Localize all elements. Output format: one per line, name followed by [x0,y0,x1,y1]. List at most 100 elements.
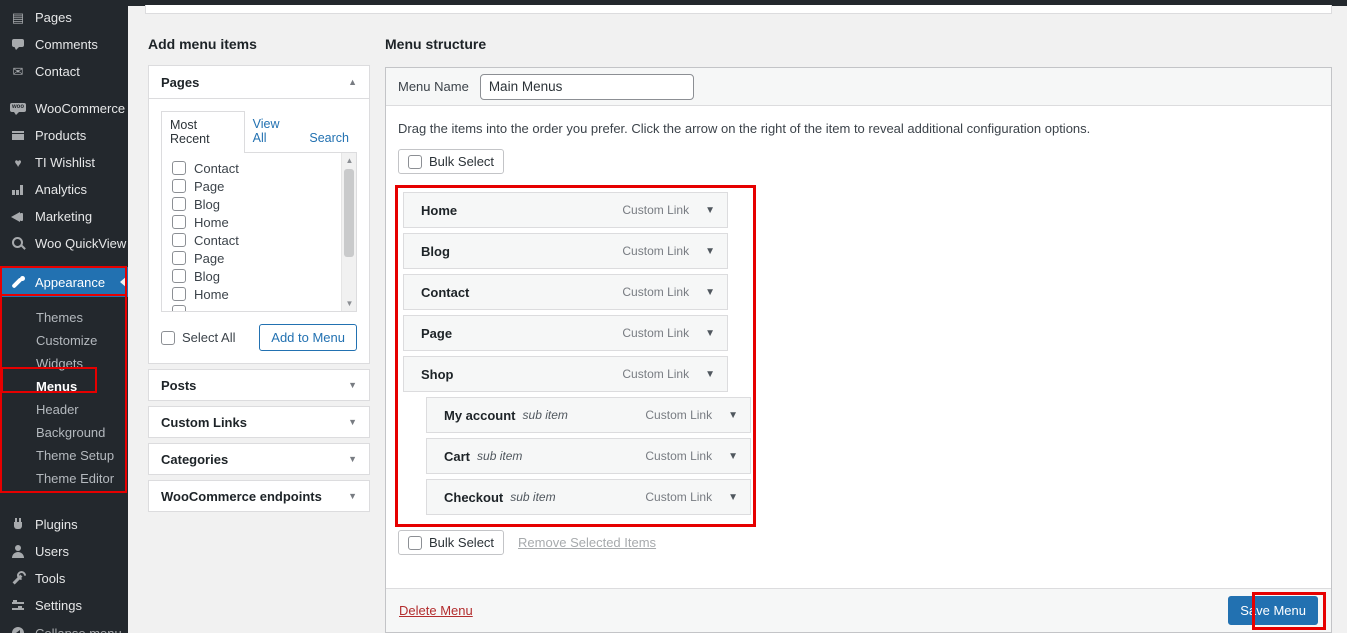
chevron-down-icon[interactable] [705,287,715,298]
sidebar-subitem-background[interactable]: Background [0,421,128,444]
bulk-select-control-top[interactable]: Bulk Select [398,149,504,174]
menu-item-page[interactable]: PageCustom Link [403,315,728,351]
menu-item-cart[interactable]: Cartsub itemCustom Link [426,438,751,474]
sidebar-item-products[interactable]: Products [0,122,128,149]
chevron-down-icon[interactable] [705,328,715,339]
select-all-control[interactable]: Select All [161,330,235,345]
add-menu-items-column: Add menu items Pages Most Recent View Al… [148,36,370,512]
sidebar-subitem-header[interactable]: Header [0,398,128,421]
checkbox[interactable] [172,287,186,301]
pages-checklist-items: ContactPageBlogHomeContactPageBlogHome [172,161,334,312]
checkbox[interactable] [172,215,186,229]
checkbox[interactable] [172,233,186,247]
add-to-menu-button[interactable]: Add to Menu [259,324,357,351]
menu-item-checkout[interactable]: Checkoutsub itemCustom Link [426,479,751,515]
sidebar-item-marketing[interactable]: Marketing [0,203,128,230]
sidebar-item-woocommerce[interactable]: WooCommerce [0,95,128,122]
sidebar-subitem-theme-setup[interactable]: Theme Setup [0,444,128,467]
accordion-woocommerce-endpoints[interactable]: WooCommerce endpoints [148,480,370,512]
remove-selected-items-link[interactable]: Remove Selected Items [518,535,656,550]
menu-item-shop[interactable]: Shop Custom Link [403,356,728,392]
chevron-down-icon[interactable] [705,369,715,380]
chevron-down-icon[interactable] [705,205,715,216]
menu-item-type: Custom Link [645,408,712,422]
menu-item-type: Custom Link [645,490,712,504]
menu-item-label: Cart [444,449,470,464]
delete-menu-link[interactable]: Delete Menu [399,603,473,618]
comments-icon [10,37,26,52]
scrollbar[interactable] [341,153,356,311]
menu-item-home[interactable]: HomeCustom Link [403,192,728,228]
page-item-label: Home [194,287,229,302]
tab-search[interactable]: Search [301,125,357,152]
save-menu-button[interactable]: Save Menu [1228,596,1318,625]
sidebar-subitem-customize[interactable]: Customize [0,329,128,352]
checkbox[interactable] [172,251,186,265]
sidebar-item-plugins[interactable]: Plugins [0,511,128,538]
select-all-checkbox[interactable] [161,331,175,345]
accordion-categories[interactable]: Categories [148,443,370,475]
checkbox[interactable] [172,305,186,312]
menu-item-type: Custom Link [622,367,689,381]
menu-item-contact[interactable]: ContactCustom Link [403,274,728,310]
accordion-posts[interactable]: Posts [148,369,370,401]
sidebar-item-settings[interactable]: Settings [0,592,128,619]
pages-accordion-body: Most Recent View All Search ContactPageB… [149,98,369,363]
page-checkbox-row: Home [172,215,334,229]
sidebar-item-label: Users [35,544,69,559]
menu-item-blog[interactable]: BlogCustom Link [403,233,728,269]
page-checkbox-row: Contact [172,233,334,247]
scroll-down-arrow-icon[interactable] [342,296,357,311]
pages-accordion-header[interactable]: Pages [149,66,369,98]
sidebar-subitem-menus[interactable]: Menus [0,375,128,398]
drag-instruction-text: Drag the items into the order you prefer… [398,121,1319,136]
sidebar-item-contact[interactable]: Contact [0,58,128,85]
checkbox[interactable] [172,269,186,283]
sub-item-tag: sub item [523,408,568,422]
bulk-select-checkbox[interactable] [408,155,422,169]
tab-view-all[interactable]: View All [245,111,302,152]
accordion-custom-links[interactable]: Custom Links [148,406,370,438]
pages-accordion: Pages Most Recent View All Search Contac… [148,65,370,364]
bulk-select-checkbox[interactable] [408,536,422,550]
pages-checklist: ContactPageBlogHomeContactPageBlogHome [161,152,357,312]
page-item-label: Contact [194,161,239,176]
chevron-down-icon[interactable] [728,410,738,421]
scrollbar-thumb[interactable] [344,169,354,257]
sidebar-item-users[interactable]: Users [0,538,128,565]
chevron-down-icon[interactable] [728,492,738,503]
sidebar-item-comments[interactable]: Comments [0,31,128,58]
plugins-icon [10,517,26,532]
chevron-down-icon [348,454,357,464]
bulk-select-control-bottom[interactable]: Bulk Select [398,530,504,555]
chevron-down-icon[interactable] [728,451,738,462]
sidebar-item-appearance[interactable]: Appearance [0,267,128,297]
sidebar-item-tools[interactable]: Tools [0,565,128,592]
sidebar-item-label: WooCommerce [35,101,125,116]
users-icon [10,544,26,559]
accordion-list: Posts Custom Links Categories WooCommerce e… [148,369,370,512]
sidebar-item-analytics[interactable]: Analytics [0,176,128,203]
scroll-up-arrow-icon[interactable] [342,153,357,168]
sidebar-item-pages[interactable]: Pages [0,4,128,31]
checkbox[interactable] [172,161,186,175]
menu-item-label: Shop [421,367,454,382]
menu-name-input[interactable] [480,74,694,100]
menu-item-label: Home [421,203,457,218]
accordion-title: Posts [161,378,196,393]
sidebar-item-ti-wishlist[interactable]: TI Wishlist [0,149,128,176]
wordpress-menus-screen: PagesCommentsContactWooCommerceProductsT… [0,0,1347,633]
menu-item-my-account[interactable]: My accountsub itemCustom Link [426,397,751,433]
page-checkbox-row [172,305,334,312]
sidebar-subitem-themes[interactable]: Themes [0,306,128,329]
menu-structure-panel: Menu Name Drag the items into the order … [385,67,1332,633]
checkbox[interactable] [172,179,186,193]
add-menu-items-title: Add menu items [148,36,370,52]
sidebar-subitem-theme-editor[interactable]: Theme Editor [0,467,128,490]
tab-most-recent[interactable]: Most Recent [161,111,245,153]
sidebar-item-collapse-menu[interactable]: Collapse menu [0,620,128,633]
sidebar-subitem-widgets[interactable]: Widgets [0,352,128,375]
checkbox[interactable] [172,197,186,211]
sidebar-item-woo-quickview[interactable]: Woo QuickView [0,230,128,257]
chevron-down-icon[interactable] [705,246,715,257]
